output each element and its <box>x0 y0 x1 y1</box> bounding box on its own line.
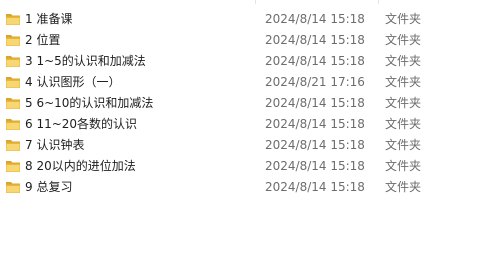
folder-icon <box>5 96 21 110</box>
modified-date: 2024/8/14 15:18 <box>265 159 365 173</box>
file-type: 文件夹 <box>385 117 422 131</box>
file-row[interactable]: 5 6~10的认识和加减法 2024/8/14 15:18 文件夹 <box>0 93 481 114</box>
file-row[interactable]: 9 总复习 2024/8/14 15:18 文件夹 <box>0 177 481 198</box>
modified-date: 2024/8/14 15:18 <box>265 117 365 131</box>
modified-date: 2024/8/14 15:18 <box>265 180 365 194</box>
file-type: 文件夹 <box>385 159 422 173</box>
file-name[interactable]: 1 准备课 <box>25 9 72 30</box>
file-row[interactable]: 4 认识图形（一） 2024/8/21 17:16 文件夹 <box>0 72 481 93</box>
file-row[interactable]: 8 20以内的进位加法 2024/8/14 15:18 文件夹 <box>0 156 481 177</box>
file-type: 文件夹 <box>385 75 422 89</box>
column-separator[interactable] <box>378 0 379 4</box>
folder-icon <box>5 159 21 173</box>
folder-icon <box>5 180 21 194</box>
modified-date: 2024/8/14 15:18 <box>265 12 365 26</box>
modified-date: 2024/8/14 15:18 <box>265 96 365 110</box>
file-type: 文件夹 <box>385 12 422 26</box>
folder-icon <box>5 138 21 152</box>
file-row[interactable]: 7 认识钟表 2024/8/14 15:18 文件夹 <box>0 135 481 156</box>
file-type: 文件夹 <box>385 180 422 194</box>
folder-icon <box>5 12 21 26</box>
file-name[interactable]: 3 1~5的认识和加减法 <box>25 51 146 72</box>
file-name[interactable]: 9 总复习 <box>25 177 72 198</box>
file-name[interactable]: 4 认识图形（一） <box>25 72 120 93</box>
file-name[interactable]: 5 6~10的认识和加减法 <box>25 93 153 114</box>
file-name[interactable]: 8 20以内的进位加法 <box>25 156 136 177</box>
column-separator[interactable] <box>255 0 256 4</box>
file-type: 文件夹 <box>385 33 422 47</box>
file-row[interactable]: 3 1~5的认识和加减法 2024/8/14 15:18 文件夹 <box>0 51 481 72</box>
file-name[interactable]: 7 认识钟表 <box>25 135 84 156</box>
file-type: 文件夹 <box>385 138 422 152</box>
file-row[interactable]: 1 准备课 2024/8/14 15:18 文件夹 <box>0 9 481 30</box>
modified-date: 2024/8/14 15:18 <box>265 33 365 47</box>
column-header-edge <box>0 0 481 4</box>
file-type: 文件夹 <box>385 54 422 68</box>
modified-date: 2024/8/14 15:18 <box>265 138 365 152</box>
folder-icon <box>5 54 21 68</box>
file-list: 1 准备课 2024/8/14 15:18 文件夹 2 位置 2024/8/14 15… <box>0 9 481 198</box>
folder-icon <box>5 117 21 131</box>
modified-date: 2024/8/21 17:16 <box>265 75 365 89</box>
file-type: 文件夹 <box>385 96 422 110</box>
modified-date: 2024/8/14 15:18 <box>265 54 365 68</box>
file-row[interactable]: 2 位置 2024/8/14 15:18 文件夹 <box>0 30 481 51</box>
file-name[interactable]: 2 位置 <box>25 30 60 51</box>
folder-icon <box>5 33 21 47</box>
file-row[interactable]: 6 11~20各数的认识 2024/8/14 15:18 文件夹 <box>0 114 481 135</box>
folder-icon <box>5 75 21 89</box>
file-name[interactable]: 6 11~20各数的认识 <box>25 114 137 135</box>
